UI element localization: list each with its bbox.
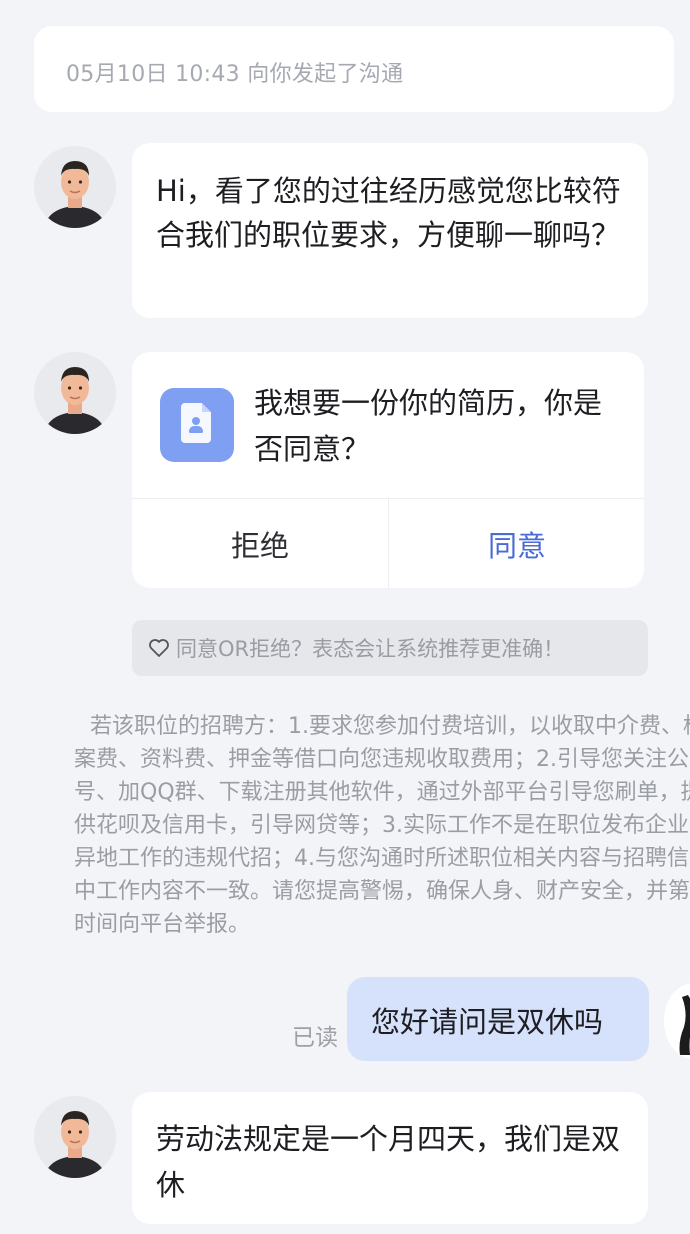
- safety-warning: 若该职位的招聘方：1.要求您参加付费培训，以收取中介费、档案费、资料费、押金等借…: [74, 710, 690, 950]
- resume-request-text: 我想要一份你的简历，你是否同意？: [254, 386, 603, 466]
- feedback-tip-bar[interactable]: 同意OR拒绝？表态会让系统推荐更准确！: [132, 620, 648, 676]
- feedback-tip-text: 同意OR拒绝？表态会让系统推荐更准确！: [176, 637, 565, 661]
- avatar-person-icon: [34, 146, 116, 228]
- read-status: 已读: [292, 1025, 338, 1051]
- session-start-label: 向你发起了沟通: [247, 62, 404, 87]
- resume-document-icon: [160, 388, 234, 462]
- avatar-person-icon: [34, 352, 116, 434]
- my-message-text: 您好请问是双休吗: [371, 1005, 604, 1039]
- resume-request-card: 我想要一份你的简历，你是否同意？ 拒绝 同意: [132, 352, 644, 588]
- recruiter-reply-bubble[interactable]: 劳动法规定是一个月四天，我们是双休: [132, 1092, 648, 1224]
- safety-warning-text: 若该职位的招聘方：1.要求您参加付费培训，以收取中介费、档案费、资料费、押金等借…: [74, 714, 690, 937]
- recruiter-reply-text: 劳动法规定是一个月四天，我们是双休: [156, 1122, 621, 1202]
- session-start-text: 05月10日 10:43 向你发起了沟通: [66, 56, 403, 88]
- heart-icon: [149, 639, 169, 657]
- recruiter-avatar[interactable]: [34, 352, 116, 434]
- avatar-person-icon: [34, 1096, 116, 1178]
- agree-button[interactable]: 同意: [389, 499, 645, 588]
- recruiter-avatar[interactable]: [34, 146, 116, 228]
- reject-button[interactable]: 拒绝: [132, 499, 388, 588]
- my-message-bubble[interactable]: 您好请问是双休吗: [347, 977, 649, 1061]
- recruiter-avatar[interactable]: [34, 1096, 116, 1178]
- session-start-time: 05月10日 10:43: [66, 62, 240, 87]
- my-avatar[interactable]: [664, 983, 690, 1059]
- recruiter-greeting-text: Hi，看了您的过往经历感觉您比较符合我们的职位要求，方便聊一聊吗？: [156, 174, 621, 252]
- avatar-person-icon: [664, 983, 690, 1059]
- recruiter-greeting-bubble[interactable]: Hi，看了您的过往经历感觉您比较符合我们的职位要求，方便聊一聊吗？: [132, 143, 648, 318]
